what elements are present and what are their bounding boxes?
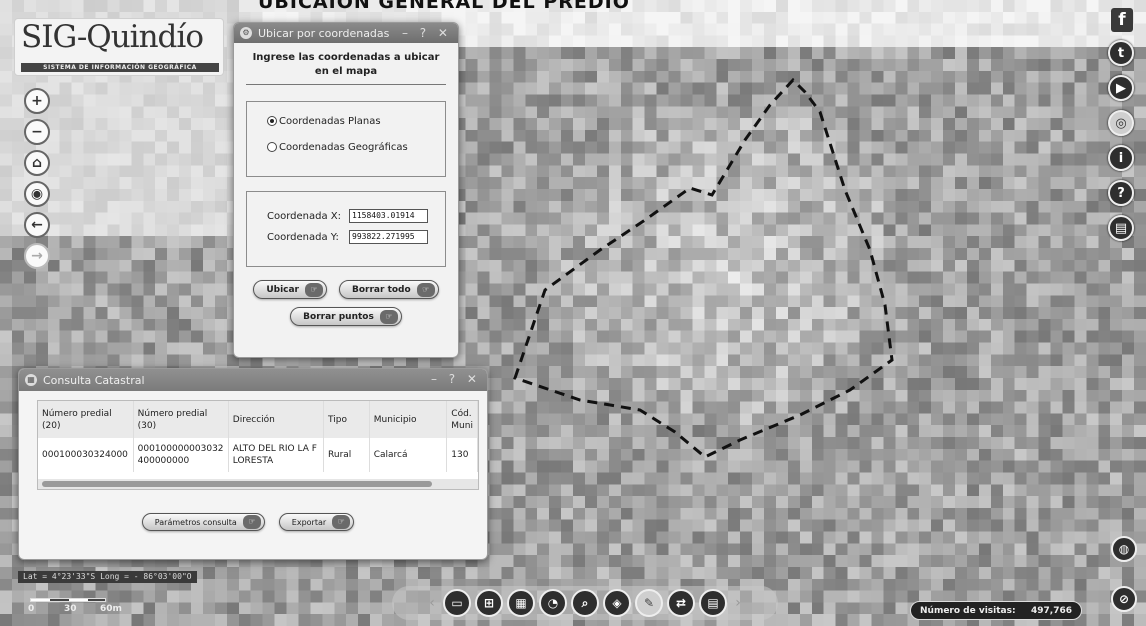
visits-value: 497,766 (1031, 605, 1072, 616)
column-header[interactable]: Dirección (228, 401, 325, 438)
visits-counter: Número de visitas: 497,766 (910, 601, 1082, 620)
window-controls[interactable]: – ? ✕ (431, 372, 481, 386)
zoom-out-icon[interactable]: − (24, 119, 50, 145)
zoom-in-icon[interactable]: + (24, 88, 50, 114)
facebook-icon[interactable]: f (1111, 8, 1133, 32)
radio-geograficas[interactable] (267, 142, 277, 152)
coordinates-dialog: ⚙ Ubicar por coordenadas – ? ✕ Ingrese l… (233, 22, 459, 358)
scrollbar-thumb[interactable] (42, 481, 432, 487)
horizontal-scrollbar[interactable] (38, 479, 478, 489)
scale-bar-graphic (30, 598, 106, 602)
hand-pointer-icon: ☞ (416, 282, 435, 297)
logo-title: SIG-Quindío (21, 19, 204, 55)
exportar-label: Exportar (291, 517, 327, 527)
scale-bar: 0 30 60m (24, 596, 124, 616)
sig-quindio-logo: SIG-Quindío SISTEMA DE INFORMACIÓN GEOGR… (14, 18, 224, 76)
radio-planas[interactable] (267, 116, 277, 126)
column-header[interactable]: Número predial (20) (38, 401, 134, 438)
table-row[interactable]: 000100030324000 000100000003032400000000… (38, 438, 478, 472)
globe-icon[interactable]: ◍ (1111, 536, 1137, 562)
lat-long-readout: Lat = 4°23'33"S Long = - 86°03'00"O (18, 571, 197, 583)
coordinate-x-label: Coordenada X: (267, 210, 341, 222)
hand-pointer-icon: ☞ (242, 515, 261, 529)
bottom-toolbar: ‹ ▭ ⊞ ▦ ◔ ⌕ ◈ ✎ ⇄ ▤ › (392, 586, 778, 620)
coordinates-instructions: Ingrese las coordenadas a ubicar en el m… (252, 52, 440, 77)
table-cell: 000100000003032400000000 (133, 438, 229, 472)
radio-geograficas-row[interactable]: Coordenadas Geográficas (267, 140, 445, 154)
scale-label: 60m (100, 604, 122, 614)
coordinate-y-label: Coordenada Y: (267, 231, 339, 243)
column-header[interactable]: Tipo (323, 401, 370, 438)
social-tools: f t ▶ ◎ i ? ▤ (1108, 8, 1142, 250)
forward-arrow-icon[interactable]: → (24, 243, 50, 269)
parametros-consulta-button[interactable]: Parámetros consulta ☞ (141, 513, 265, 531)
table-icon[interactable]: ▤ (699, 589, 727, 617)
results-table: Número predial (20) Número predial (30) … (37, 400, 479, 490)
scale-label: 30 (64, 604, 77, 614)
cadastral-dialog-title: Consulta Catastral (43, 373, 145, 387)
coordinate-inputs: Coordenada X: 1158403.01914 Coordenada Y… (246, 191, 446, 267)
layers-icon[interactable]: ▭ (443, 589, 471, 617)
scroll-right-icon[interactable]: › (731, 595, 745, 611)
column-header[interactable]: Municipio (369, 401, 448, 438)
cadastral-dialog-header[interactable]: ▦ Consulta Catastral – ? ✕ (19, 369, 487, 391)
youtube-icon[interactable]: ▶ (1108, 75, 1134, 101)
visibility-icon[interactable]: ⊘ (1111, 586, 1137, 612)
window-controls[interactable]: – ? ✕ (402, 26, 452, 40)
back-arrow-icon[interactable]: ← (24, 212, 50, 238)
scroll-left-icon[interactable]: ‹ (425, 595, 439, 611)
borrar-puntos-button[interactable]: Borrar puntos ☞ (290, 307, 402, 326)
print-icon[interactable]: ▦ (507, 589, 535, 617)
logo-subtitle: SISTEMA DE INFORMACIÓN GEOGRÁFICA (21, 63, 219, 72)
coordinate-y-input[interactable]: 993822.271995 (349, 230, 428, 244)
scale-label: 0 (28, 604, 35, 614)
table-cell: Calarcá (369, 438, 448, 472)
locate-icon[interactable]: ◉ (24, 181, 50, 207)
coordinate-type-group: Coordenadas Planas Coordenadas Geográfic… (246, 101, 446, 177)
twitter-icon[interactable]: t (1108, 40, 1134, 66)
parametros-consulta-label: Parámetros consulta (154, 517, 237, 527)
help-icon[interactable]: ? (1108, 180, 1134, 206)
building-icon: ▦ (25, 374, 37, 386)
gear-icon: ⚙ (240, 27, 252, 39)
hand-pointer-icon: ☞ (332, 515, 351, 529)
home-icon[interactable]: ⌂ (24, 150, 50, 176)
info-icon[interactable]: i (1108, 145, 1134, 171)
ubicar-button-label: Ubicar (266, 284, 299, 295)
borrar-todo-button-label: Borrar todo (352, 284, 411, 295)
hand-pointer-icon: ☞ (379, 309, 398, 324)
search-icon[interactable]: ⌕ (571, 589, 599, 617)
hand-pointer-icon: ☞ (305, 282, 323, 297)
table-cell: ALTO DEL RIO LA FLORESTA (228, 438, 325, 472)
document-icon[interactable]: ▤ (1108, 215, 1134, 241)
exportar-button[interactable]: Exportar ☞ (278, 513, 355, 531)
cadastral-query-dialog: ▦ Consulta Catastral – ? ✕ Número predia… (18, 368, 488, 560)
page-heading: UBICAIÓN GENERAL DEL PREDIO (258, 0, 630, 13)
add-layer-icon[interactable]: ⊞ (475, 589, 503, 617)
coordinates-dialog-header[interactable]: ⚙ Ubicar por coordenadas – ? ✕ (234, 23, 458, 43)
borrar-todo-button[interactable]: Borrar todo ☞ (339, 280, 439, 299)
swipe-icon[interactable]: ⇄ (667, 589, 695, 617)
table-header-row: Número predial (20) Número predial (30) … (38, 401, 478, 438)
table-cell: Rural (323, 438, 370, 472)
radio-planas-row[interactable]: Coordenadas Planas (267, 114, 445, 128)
borrar-puntos-button-label: Borrar puntos (303, 311, 374, 322)
web-icon[interactable]: ◎ (1108, 110, 1134, 136)
table-cell: 000100030324000 (38, 438, 134, 472)
divider (246, 84, 446, 85)
radio-planas-label: Coordenadas Planas (279, 115, 381, 127)
radio-geograficas-label: Coordenadas Geográficas (279, 141, 408, 153)
coordinates-dialog-title: Ubicar por coordenadas (258, 26, 390, 40)
draw-icon[interactable]: ✎ (635, 589, 663, 617)
map-navigation-tools: + − ⌂ ◉ ← → (24, 88, 54, 274)
visits-label: Número de visitas: (920, 605, 1016, 616)
column-header[interactable]: Cód. Muni (446, 401, 478, 438)
measure-icon[interactable]: ◔ (539, 589, 567, 617)
coordinate-x-input[interactable]: 1158403.01914 (349, 209, 428, 223)
ubicar-button[interactable]: Ubicar ☞ (253, 280, 327, 299)
table-cell: 130 (446, 438, 478, 472)
identify-icon[interactable]: ◈ (603, 589, 631, 617)
column-header[interactable]: Número predial (30) (133, 401, 229, 438)
